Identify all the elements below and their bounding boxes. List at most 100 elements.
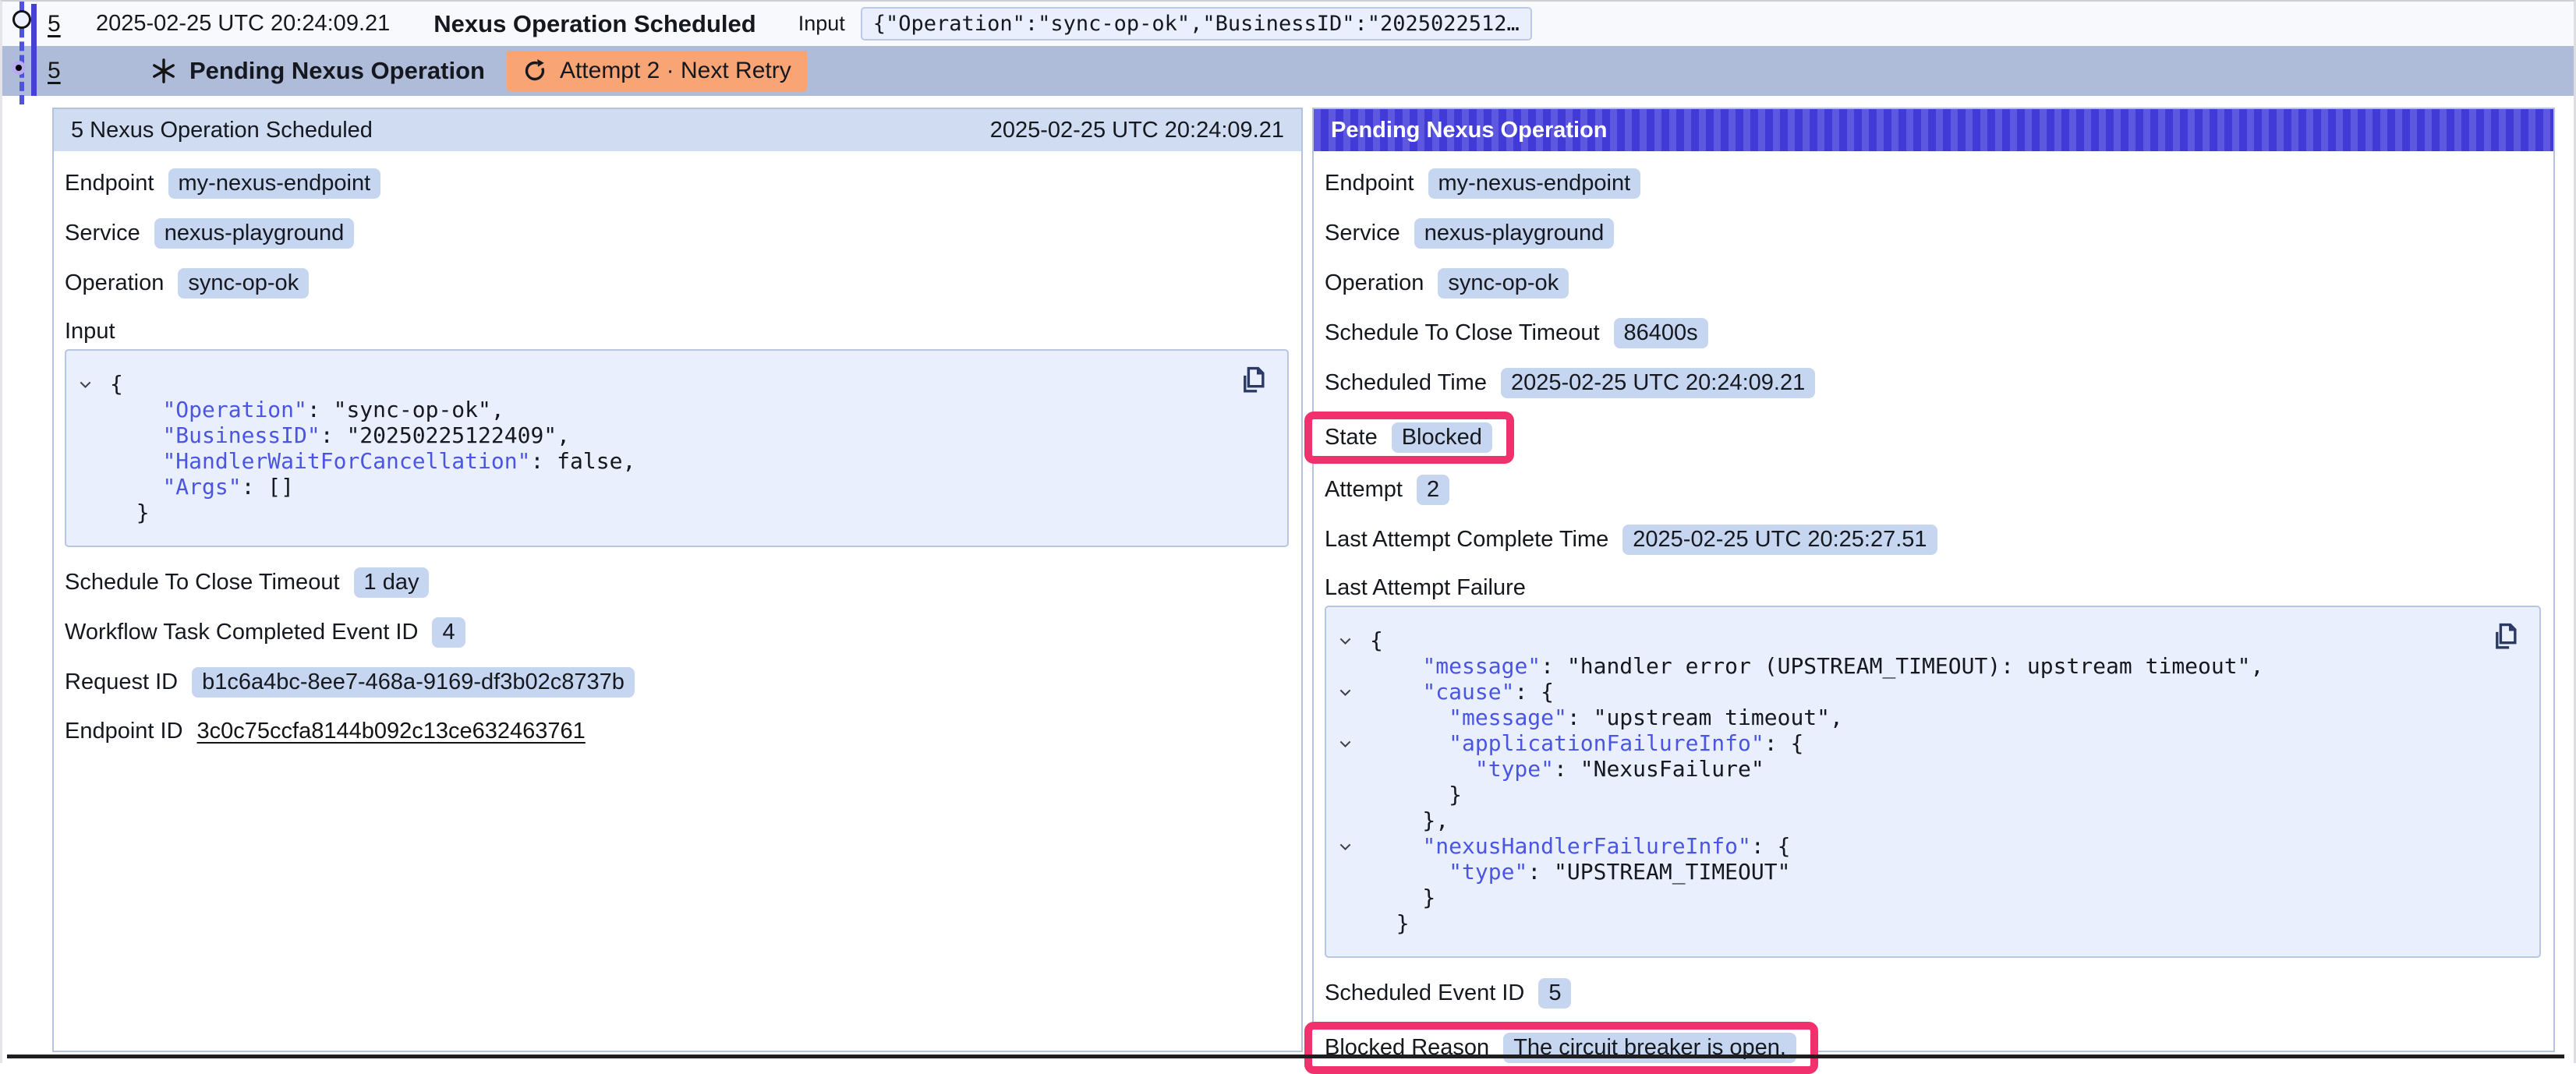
code-text: } xyxy=(1370,910,1410,936)
field-row-request-id: Request IDb1c6a4bc-8ee7-468a-9169-df3b02… xyxy=(65,667,1289,698)
code-text: { xyxy=(110,371,123,397)
event-title: Nexus Operation Scheduled xyxy=(433,10,755,38)
copy-button[interactable] xyxy=(1237,365,1267,398)
code-gutter xyxy=(1337,782,1370,787)
code-line: "nexusHandlerFailureInfo": { xyxy=(1337,833,2524,859)
code-text: }, xyxy=(1370,807,1449,833)
field-value-badge: The circuit breaker is open. xyxy=(1503,1033,1796,1063)
code-text: "cause": { xyxy=(1370,679,1554,705)
code-text: "HandlerWaitForCancellation": false, xyxy=(110,448,635,474)
code-line: { xyxy=(1337,627,2524,653)
field-label: Scheduled Event ID xyxy=(1325,980,1524,1006)
event-detail-header-title: 5 Nexus Operation Scheduled xyxy=(71,118,373,143)
code-line: } xyxy=(1337,885,2524,910)
code-gutter xyxy=(1337,859,1370,864)
code-line: "cause": { xyxy=(1337,679,2524,705)
code-gutter xyxy=(77,448,110,454)
code-text: "BusinessID": "20250225122409", xyxy=(110,422,570,448)
event-id-link[interactable]: 5 xyxy=(48,58,63,84)
code-line: } xyxy=(1337,910,2524,936)
collapse-chevron-icon[interactable] xyxy=(1337,627,1370,649)
code-gutter xyxy=(1337,885,1370,890)
field-row-scheduled-event-id: Scheduled Event ID5 xyxy=(1325,978,2541,1009)
field-label: Workflow Task Completed Event ID xyxy=(65,620,418,645)
field-value-badge: sync-op-ok xyxy=(1438,268,1569,299)
event-detail-header-time: 2025-02-25 UTC 20:24:09.21 xyxy=(990,118,1284,143)
event-row-pending-nexus-operation[interactable]: 5 Pending Nexus Operation Attempt 2 · Ne… xyxy=(2,46,2574,96)
field-value-badge: my-nexus-endpoint xyxy=(168,168,381,199)
code-line: "applicationFailureInfo": { xyxy=(1337,730,2524,756)
field-label: Endpoint ID xyxy=(65,719,183,744)
field-row-operation: Operation sync-op-ok xyxy=(1325,268,2541,299)
pending-title-group: Pending Nexus Operation Attempt 2 · Next… xyxy=(150,51,807,91)
field-value-badge: 1 day xyxy=(354,567,430,598)
field-row-scheduled-time: Scheduled Time2025-02-25 UTC 20:24:09.21 xyxy=(1325,368,2541,398)
code-gutter xyxy=(1337,756,1370,761)
field-value-badge: 2025-02-25 UTC 20:25:27.51 xyxy=(1622,525,1937,555)
section-label-input: Input xyxy=(65,318,1289,344)
input-preview-badge: {"Operation":"sync-op-ok","BusinessID":"… xyxy=(861,7,1532,41)
field-value-badge: 2025-02-25 UTC 20:24:09.21 xyxy=(1501,368,1815,398)
field-label: Endpoint xyxy=(65,171,154,196)
code-text: "applicationFailureInfo": { xyxy=(1370,730,1803,756)
copy-icon xyxy=(1237,365,1267,396)
event-row-nexus-operation-scheduled[interactable]: 5 2025-02-25 UTC 20:24:09.21 Nexus Opera… xyxy=(2,2,2574,46)
collapse-chevron-icon[interactable] xyxy=(77,371,110,393)
collapse-chevron-icon[interactable] xyxy=(1337,833,1370,855)
pending-operation-panel: Pending Nexus Operation Endpoint my-nexus… xyxy=(1312,108,2555,1052)
code-line: { xyxy=(77,371,1272,397)
code-line: "type": "UPSTREAM_TIMEOUT" xyxy=(1337,859,2524,885)
field-value-link[interactable]: 3c0c75ccfa8144b092c13ce632463761 xyxy=(197,719,586,744)
code-gutter xyxy=(1337,807,1370,813)
code-text: "type": "UPSTREAM_TIMEOUT" xyxy=(1370,859,1790,885)
code-line: "Operation": "sync-op-ok", xyxy=(77,397,1272,422)
code-text: "nexusHandlerFailureInfo": { xyxy=(1370,833,1790,859)
copy-button[interactable] xyxy=(2489,621,2519,655)
field-value-badge: 2 xyxy=(1417,475,1449,505)
bottom-divider xyxy=(7,1055,2564,1058)
event-timestamp: 2025-02-25 UTC 20:24:09.21 xyxy=(96,11,390,37)
field-label: Attempt xyxy=(1325,477,1403,503)
field-row-schedule-to-close-timeout: Schedule To Close Timeout1 day xyxy=(65,567,1289,598)
field-row-schedule-to-close-timeout: Schedule To Close Timeout86400s xyxy=(1325,318,2541,348)
event-detail-body: Endpoint my-nexus-endpoint Servicenexus-pl… xyxy=(54,151,1301,746)
code-text: "message": "upstream timeout", xyxy=(1370,705,1843,730)
code-text: "type": "NexusFailure" xyxy=(1370,756,1764,782)
code-text: } xyxy=(1370,885,1435,910)
pending-asterisk-icon xyxy=(150,58,177,84)
pending-operation-header: Pending Nexus Operation xyxy=(1314,109,2553,151)
field-label: Endpoint xyxy=(1325,171,1414,196)
field-value-badge: 86400s xyxy=(1614,318,1708,348)
code-line: "message": "upstream timeout", xyxy=(1337,705,2524,730)
code-text: { xyxy=(1370,627,1383,653)
code-line: "BusinessID": "20250225122409", xyxy=(77,422,1272,448)
field-value-badge: Blocked xyxy=(1392,422,1492,453)
code-text: } xyxy=(110,500,150,525)
code-text: "Operation": "sync-op-ok", xyxy=(110,397,504,422)
field-label: Service xyxy=(1325,221,1400,246)
code-line: } xyxy=(1337,782,2524,807)
field-row-attempt: Attempt 2 xyxy=(1325,475,2541,505)
field-value-badge: 4 xyxy=(432,617,465,648)
code-line: }, xyxy=(1337,807,2524,833)
pending-operation-header-title: Pending Nexus Operation xyxy=(1331,118,1608,143)
code-gutter xyxy=(1337,653,1370,659)
pending-event-title: Pending Nexus Operation xyxy=(189,57,485,85)
field-row-endpoint-id: Endpoint ID 3c0c75ccfa8144b092c13ce632463… xyxy=(65,717,1289,746)
last-attempt-failure-json-viewer: { "message": "handler error (UPSTREAM_TI… xyxy=(1325,606,2541,958)
collapse-chevron-icon[interactable] xyxy=(1337,679,1370,701)
event-id-link[interactable]: 5 xyxy=(48,11,63,37)
field-label: Operation xyxy=(1325,270,1424,296)
field-row-last-attempt-complete-time: Last Attempt Complete Time2025-02-25 UTC… xyxy=(1325,525,2541,555)
highlight-annotation-box: StateBlocked xyxy=(1304,412,1514,464)
collapse-chevron-icon[interactable] xyxy=(1337,730,1370,752)
field-value-badge: my-nexus-endpoint xyxy=(1428,168,1641,199)
code-text: "Args": [] xyxy=(110,474,294,500)
code-text: "message": "handler error (UPSTREAM_TIME… xyxy=(1370,653,2263,679)
workflow-event-history-screen: 5 2025-02-25 UTC 20:24:09.21 Nexus Opera… xyxy=(2,2,2574,1063)
field-row-service: Servicenexus-playground xyxy=(65,218,1289,249)
field-value-badge: nexus-playground xyxy=(154,218,355,249)
field-row-endpoint: Endpoint my-nexus-endpoint xyxy=(65,168,1289,199)
field-row-endpoint: Endpoint my-nexus-endpoint xyxy=(1325,168,2541,199)
event-detail-panel: 5 Nexus Operation Scheduled 2025-02-25 U… xyxy=(52,108,1303,1052)
